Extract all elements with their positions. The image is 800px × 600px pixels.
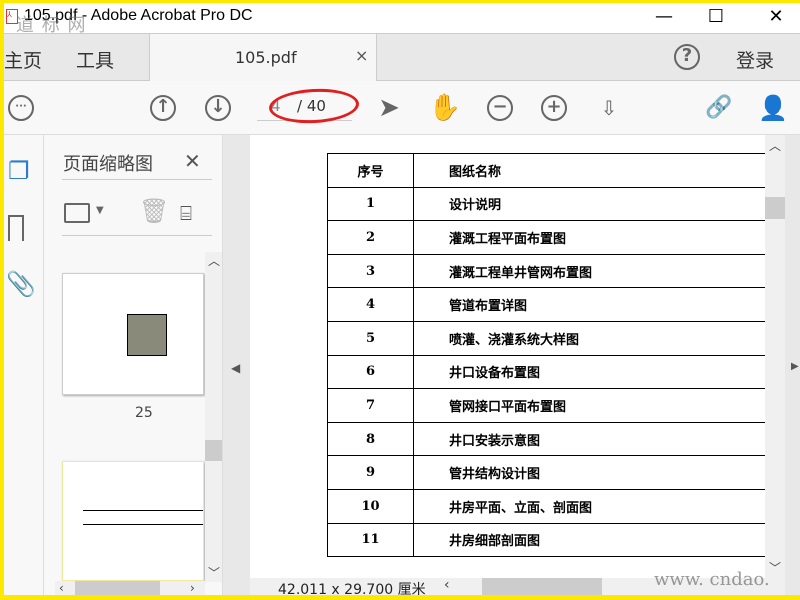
login-button[interactable]: 登录: [736, 46, 774, 73]
page-thumbnails-icon[interactable]: ❐: [8, 157, 30, 185]
scroll-thumb[interactable]: [205, 440, 222, 461]
drawing-name-cell: 管井结构设计图: [413, 455, 765, 490]
drawing-name-cell: 设计说明: [413, 186, 765, 222]
select-arrow-icon[interactable]: ➤: [372, 91, 406, 125]
table-row: 5 喷灌、浇灌系统大样图: [326, 320, 765, 356]
previous-page-icon[interactable]: ↑: [150, 95, 176, 121]
toolbar: ··· ↑ ↓ 4 / 40 ➤ ✋ − + ⇩ 🔗 👤: [4, 81, 800, 135]
drawing-name-cell: 管网接口平面布置图: [413, 388, 765, 423]
header-cell: 序号: [326, 153, 415, 188]
table-header-row: 序号 图纸名称: [326, 153, 765, 188]
hand-tool-icon[interactable]: ✋: [428, 91, 462, 125]
scroll-thumb[interactable]: [482, 578, 602, 595]
index-cell: 8: [326, 421, 415, 457]
drawing-name-cell: 灌溉工程平面布置图: [413, 220, 765, 255]
table-row: 8 井口安装示意图: [326, 421, 765, 457]
thumbnails-panel: 页面缩略图 ✕ ▼ 🗑 ⌸ 25 ︿ ﹀ ‹ ›: [44, 135, 222, 595]
index-cell: 5: [326, 320, 415, 356]
insert-page-icon[interactable]: ⌸: [180, 201, 192, 225]
document-vertical-scrollbar[interactable]: ︿ ﹀: [765, 135, 785, 578]
table-row: 1 设计说明: [326, 186, 765, 222]
index-cell: 4: [326, 287, 415, 322]
header-cell: 图纸名称: [413, 153, 765, 188]
tab-document[interactable]: 105.pdf ×: [149, 34, 377, 81]
table-row: 10 井房平面、立面、剖面图: [326, 488, 765, 524]
drawing-name-cell: 管道布置详图: [413, 287, 765, 322]
panel-title: 页面缩略图: [63, 154, 153, 175]
panel-close-icon[interactable]: ✕: [184, 149, 201, 173]
bookmark-icon[interactable]: [8, 215, 24, 241]
drawing-list-table: 序号 图纸名称 1 设计说明 2 灌溉工程平面布置图 3 灌溉工程单井管网布置图 4 管道布置详…: [326, 153, 765, 558]
minimize-button[interactable]: —: [644, 6, 684, 27]
index-cell: 1: [326, 186, 415, 222]
drawing-name-cell: 灌溉工程单井管网布置图: [413, 253, 765, 289]
table-row: 4 管道布置详图: [326, 287, 765, 322]
panel-horizontal-scrollbar[interactable]: ‹ ›: [55, 581, 205, 595]
zoom-in-icon[interactable]: +: [541, 95, 567, 121]
table-row: 9 管井结构设计图: [326, 455, 765, 490]
index-cell: 7: [326, 388, 415, 423]
table-row: 2 灌溉工程平面布置图: [326, 220, 765, 255]
panel-divider[interactable]: ◀: [222, 135, 250, 595]
thumbnail-options-icon[interactable]: [64, 203, 90, 223]
navigation-rail: ❐ 📎: [4, 135, 44, 595]
watermark: www. cndao. com: [654, 569, 770, 595]
page-size: 42.011 x 29.700 厘米: [278, 582, 426, 595]
help-icon[interactable]: ?: [674, 44, 700, 70]
index-cell: 2: [326, 220, 415, 255]
thumbnail-label: 25: [135, 405, 153, 421]
table-row: 3 灌溉工程单井管网布置图: [326, 253, 765, 289]
index-cell: 10: [326, 488, 415, 524]
drawing-name-cell: 井房细部剖面图: [413, 522, 765, 558]
table-row: 6 井口设备布置图: [326, 354, 765, 390]
zoom-search-icon[interactable]: ···: [8, 95, 34, 121]
tab-document-label: 105.pdf: [235, 48, 297, 67]
drawing-name-cell: 井口安装示意图: [413, 421, 765, 457]
tab-home[interactable]: 主页: [4, 46, 42, 73]
title-bar: ⅄ 105.pdf - Adobe Acrobat Pro DC 道 标 网 —…: [4, 3, 800, 36]
acrobat-window: ⅄ 105.pdf - Adobe Acrobat Pro DC 道 标 网 —…: [4, 3, 800, 595]
table-row: 11 井房细部剖面图: [326, 522, 765, 558]
tab-tools[interactable]: 工具: [76, 46, 114, 73]
index-cell: 6: [326, 354, 415, 390]
tab-bar: 主页 工具 105.pdf × ? 登录: [4, 34, 800, 81]
panel-vertical-scrollbar[interactable]: ︿ ﹀: [205, 252, 222, 582]
thumbnail-page-26[interactable]: [62, 461, 204, 581]
maximize-button[interactable]: ☐: [696, 6, 736, 27]
index-cell: 3: [326, 253, 415, 289]
tab-close-icon[interactable]: ×: [355, 46, 368, 65]
close-button[interactable]: ✕: [756, 6, 796, 27]
index-cell: 9: [326, 455, 415, 490]
expand-right-pane-icon[interactable]: ▶: [791, 361, 799, 372]
drawing-name-cell: 井房平面、立面、剖面图: [413, 488, 765, 524]
scroll-up-icon[interactable]: ︿: [769, 137, 781, 154]
chevron-down-icon[interactable]: ▼: [96, 205, 104, 216]
drawing-name-cell: 井口设备布置图: [413, 354, 765, 390]
zoom-out-icon[interactable]: −: [487, 95, 513, 121]
delete-icon[interactable]: 🗑: [139, 197, 169, 225]
index-cell: 11: [326, 522, 415, 558]
thumbnail-page-25[interactable]: [62, 273, 204, 395]
right-pane-toggle[interactable]: ▶: [785, 135, 800, 595]
drawing-name-cell: 喷灌、浇灌系统大样图: [413, 320, 765, 356]
add-user-icon[interactable]: 👤: [756, 91, 790, 125]
share-link-icon[interactable]: 🔗: [702, 91, 736, 125]
attachment-icon[interactable]: 📎: [6, 270, 36, 298]
collapse-panel-icon[interactable]: ◀: [231, 361, 240, 375]
scroll-thumb[interactable]: [765, 197, 785, 219]
document-view: 序号 图纸名称 1 设计说明 2 灌溉工程平面布置图 3 灌溉工程单井管网布置图 4 管道布置详…: [250, 135, 765, 578]
page-display-icon[interactable]: ⇩: [592, 91, 626, 125]
next-page-icon[interactable]: ↓: [205, 95, 231, 121]
table-row: 7 管网接口平面布置图: [326, 388, 765, 423]
